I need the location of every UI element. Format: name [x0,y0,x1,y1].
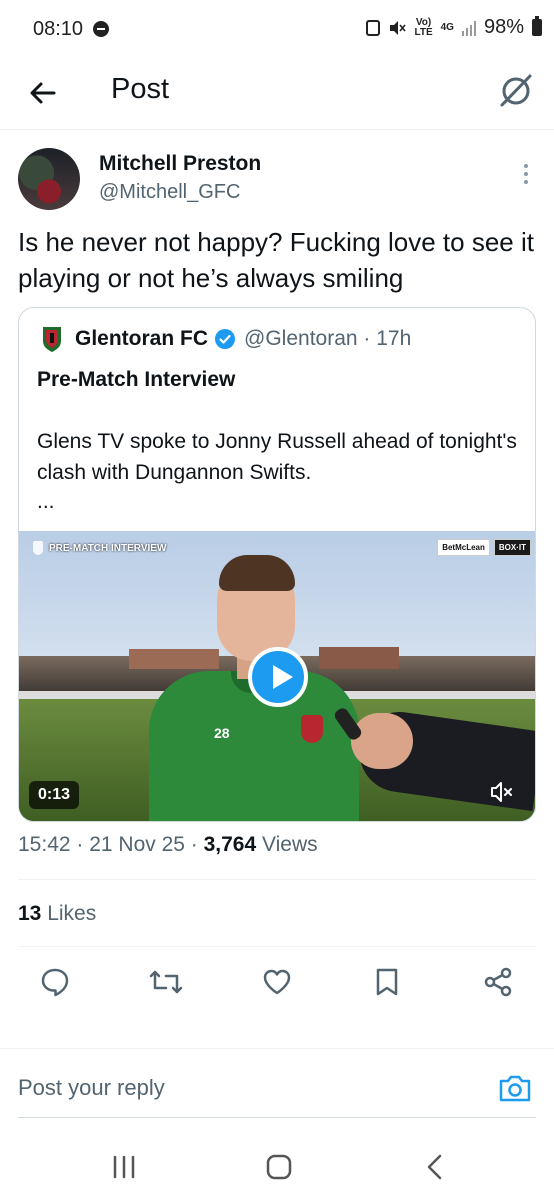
grok-icon[interactable] [498,72,534,108]
bookmark-button[interactable] [367,962,407,1002]
signal-icon [461,20,476,36]
mute-icon[interactable] [489,779,515,805]
top-app-bar: Post [0,58,554,130]
like-icon [263,969,291,995]
views-label: Views [256,833,318,856]
home-button[interactable] [262,1150,296,1184]
recent-apps-button[interactable] [107,1150,141,1184]
views-count: 3,764 [203,833,257,856]
volte-indicator: Vo) LTE [414,16,433,38]
interviewer-hand [351,713,413,769]
reply-input[interactable] [18,1075,458,1101]
battery-icon [532,16,542,36]
sponsor-logo: BOX·IT [493,539,531,556]
divider [18,946,536,947]
share-icon [484,967,512,997]
quote-body: Glens TV spoke to Jonny Russell ahead of… [37,430,517,484]
status-icons: Vo) LTE 4G 98% [366,16,542,39]
quoted-post[interactable]: Glentoran FC @Glentoran · 17h Pre-Match … [18,307,536,822]
status-time: 08:10 [33,18,84,40]
verified-icon [215,329,236,349]
home-icon [266,1154,292,1180]
back-arrow-icon[interactable] [26,76,60,110]
avatar[interactable] [18,148,80,210]
network-type: 4G [440,21,454,33]
reply-underline [18,1117,536,1118]
play-icon[interactable] [248,647,308,707]
sponsor-logos: BetMcLean BOX·IT [437,539,531,556]
glentoran-crest-icon [43,327,61,352]
video-overlay-label: PRE-MATCH INTERVIEW [33,541,166,555]
back-nav-button[interactable] [418,1150,452,1184]
quote-author-name: Glentoran FC [75,327,209,350]
background-building [319,647,399,669]
likes-count: 13 [18,902,42,925]
quote-ellipsis: ... [37,490,55,513]
club-badge [301,715,323,743]
page-title: Post [111,73,170,105]
post-text: Is he never not happy? Fucking love to s… [18,227,534,293]
video-duration: 0:13 [29,781,80,809]
quote-title: Pre-Match Interview [37,368,236,391]
camera-icon[interactable] [498,1073,532,1103]
player-hair [219,555,295,591]
jersey-number: 28 [214,725,230,741]
likes-summary[interactable]: 13 Likes [18,902,96,926]
reply-icon [41,968,69,997]
post-meta: 15:42 · 21 Nov 25 · 3,764 Views [18,833,318,857]
quote-header: Glentoran FC @Glentoran · 17h [41,325,411,353]
repost-icon [149,970,183,994]
post-author: Mitchell Preston @Mitchell_GFC [18,148,538,214]
mute-status-icon [390,20,407,35]
bookmark-icon [376,968,398,996]
author-name[interactable]: Mitchell Preston [99,152,261,176]
crest-overlay-icon [33,541,43,555]
video-player[interactable]: 28 PRE-MATCH INTERVIEW BetMcLean BOX·IT … [19,531,535,821]
quote-author-handle: @Glentoran · 17h [244,327,412,350]
more-icon[interactable] [522,164,530,186]
battery-percent: 98% [483,16,524,38]
notification-dot-icon [93,21,109,37]
repost-button[interactable] [146,962,186,1002]
reply-button[interactable] [35,962,75,1002]
status-bar: 08:10 Vo) LTE 4G 98% [0,0,554,58]
share-button[interactable] [478,962,518,1002]
background-building [129,649,219,669]
back-nav-icon [427,1154,442,1180]
system-nav-bar [0,1130,554,1200]
recent-apps-icon [113,1155,135,1179]
action-bar [0,962,554,1012]
likes-label: Likes [41,902,97,925]
sponsor-logo: BetMcLean [437,539,490,556]
app-notification-icon [366,19,381,36]
author-handle[interactable]: @Mitchell_GFC [99,181,240,204]
like-button[interactable] [257,962,297,1002]
post-timestamp: 15:42 · 21 Nov 25 · [18,833,204,856]
reply-composer [0,1048,554,1120]
divider [18,879,536,880]
